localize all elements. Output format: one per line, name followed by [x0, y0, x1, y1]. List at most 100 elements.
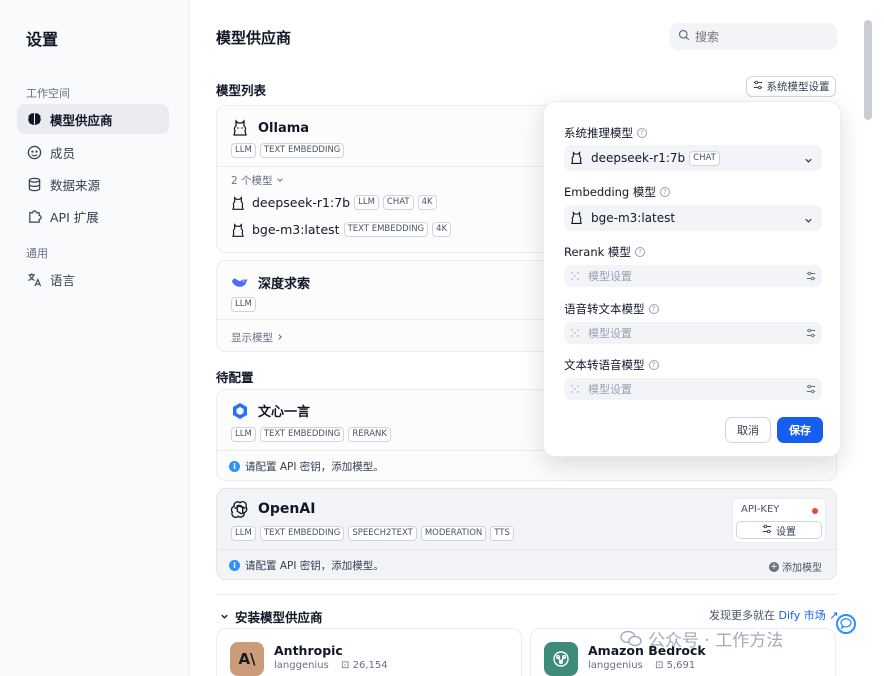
tag: TEXT EMBEDDING [259, 427, 345, 442]
tag: 4K [432, 222, 452, 237]
marketplace-author: langgenius [588, 660, 643, 671]
install-providers-header[interactable]: 安装模型供应商 [220, 607, 323, 626]
cube-icon [570, 384, 580, 394]
download-count: ⊡ 5,691 [655, 660, 696, 671]
model-row-bge[interactable]: bge-m3:latest TEXT EMBEDDING 4K [231, 222, 452, 237]
speech2text-model-select[interactable]: 模型设置 [564, 322, 822, 344]
system-reasoning-model-select[interactable]: deepseek-r1:7b CHAT [564, 145, 822, 171]
add-model-button[interactable]: + 添加模型 [769, 559, 822, 574]
sidebar-group-general: 通用 [26, 247, 48, 260]
divider [216, 594, 837, 595]
field-label-embedding: Embedding 模型? [564, 184, 670, 200]
pending-title: 待配置 [216, 370, 254, 385]
tune-icon [806, 328, 816, 341]
api-key-panel: API-KEY 设置 [732, 498, 826, 543]
download-count: ⊡ 26,154 [341, 660, 388, 671]
chevron-right-icon [276, 332, 284, 344]
field-label-speech2text: 语音转文本模型? [564, 301, 659, 317]
download-icon: ⊡ [341, 660, 350, 671]
wenxin-logo-icon [231, 402, 249, 420]
sidebar-item-data-source[interactable]: 数据来源 [17, 169, 169, 199]
sidebar-item-members[interactable]: 成员 [17, 137, 169, 167]
info-icon: i [229, 560, 240, 571]
api-key-label: API-KEY [741, 504, 780, 515]
provider-card-openai: OpenAI LLM TEXT EMBEDDING SPEECH2TEXT MO… [216, 488, 837, 580]
chevron-down-icon [804, 214, 813, 228]
cube-icon [570, 271, 580, 281]
marketplace-author: langgenius [274, 660, 329, 671]
field-label-tts: 文本转语音模型? [564, 357, 659, 373]
tag: LLM [231, 526, 256, 541]
tune-icon [806, 271, 816, 284]
cancel-button[interactable]: 取消 [725, 417, 771, 443]
tag: TEXT EMBEDDING [259, 526, 345, 541]
tag: MODERATION [420, 526, 487, 541]
tag: SPEECH2TEXT [348, 526, 417, 541]
model-list-title: 模型列表 [216, 83, 267, 98]
tag: TTS [490, 526, 514, 541]
provider-tags: LLM [231, 297, 256, 312]
provider-tags: LLM TEXT EMBEDDING [231, 143, 345, 158]
scrollbar-thumb[interactable] [864, 20, 872, 120]
whale-icon [231, 274, 249, 292]
help-icon[interactable]: ? [648, 304, 659, 314]
help-icon[interactable]: ? [648, 360, 659, 370]
brain-icon [26, 111, 42, 127]
wechat-icon [620, 630, 642, 648]
llama-icon [231, 119, 249, 137]
watermark: 公众号 · 工作方法 [620, 626, 783, 651]
help-chat-button[interactable] [836, 614, 856, 634]
search-icon [678, 29, 690, 44]
help-icon[interactable]: ? [637, 128, 647, 138]
provider-name: OpenAI [231, 500, 315, 518]
model-row-deepseek[interactable]: deepseek-r1:7b LLM CHAT 4K [231, 195, 437, 210]
search-box[interactable] [670, 23, 837, 50]
llama-icon [231, 222, 245, 237]
show-models-link[interactable]: 显示模型 [231, 330, 284, 345]
database-icon [26, 176, 42, 192]
chat-icon [840, 615, 852, 634]
system-model-settings-button[interactable]: 系统模型设置 [746, 76, 836, 97]
members-icon [26, 144, 42, 160]
sidebar-item-api-extension[interactable]: API 扩展 [17, 201, 169, 231]
openai-logo-icon [231, 500, 249, 518]
config-note: i 请配置 API 密钥，添加模型。 [229, 459, 384, 474]
models-count-toggle[interactable]: 2 个模型 [231, 173, 284, 188]
cube-icon [570, 328, 580, 338]
marketplace-card-anthropic[interactable]: A\ Anthropic langgenius ⊡ 26,154 [216, 628, 522, 676]
provider-tags: LLM TEXT EMBEDDING RERANK [231, 427, 391, 442]
llama-icon [231, 195, 245, 210]
sidebar-item-language[interactable]: 语言 [17, 264, 169, 294]
settings-window: 设置 工作空间 模型供应商 成员 数据来源 API 扩展 通用 语言 模型供应商… [0, 0, 884, 676]
puzzle-icon [26, 208, 42, 224]
embedding-model-select[interactable]: bge-m3:latest [564, 205, 822, 231]
info-icon: i [229, 461, 240, 472]
discover-marketplace: 发现更多就在 Dify 市场 ↗ [709, 609, 839, 622]
help-icon[interactable]: ? [659, 187, 670, 197]
marketplace-link[interactable]: Dify 市场 [779, 609, 826, 622]
tune-icon [806, 384, 816, 397]
tag: TEXT EMBEDDING [259, 143, 345, 158]
tts-model-select[interactable]: 模型设置 [564, 378, 822, 400]
help-icon[interactable]: ? [634, 247, 645, 257]
search-input[interactable] [695, 29, 815, 44]
provider-tags: LLM TEXT EMBEDDING SPEECH2TEXT MODERATIO… [231, 526, 514, 541]
provider-name: 文心一言 [231, 401, 310, 420]
tag: CHAT [689, 150, 720, 166]
plus-icon: + [769, 561, 779, 572]
sidebar-item-model-provider[interactable]: 模型供应商 [17, 104, 169, 134]
save-button[interactable]: 保存 [777, 417, 823, 443]
bedrock-logo-icon [544, 642, 578, 676]
tag: RERANK [348, 427, 391, 442]
status-dot [812, 508, 818, 514]
sidebar-group-workspace: 工作空间 [26, 87, 70, 100]
rerank-model-select[interactable]: 模型设置 [564, 265, 822, 287]
field-label-system-reasoning: 系统推理模型? [564, 125, 647, 141]
tag: LLM [231, 427, 256, 442]
config-note: i 请配置 API 密钥，添加模型。 [229, 558, 384, 573]
tag: LLM [231, 143, 256, 158]
api-key-settings-button[interactable]: 设置 [736, 521, 822, 539]
field-label-rerank: Rerank 模型? [564, 244, 645, 260]
tag: LLM [354, 195, 379, 210]
system-model-settings-popup: 系统推理模型? deepseek-r1:7b CHAT Embedding 模型… [543, 101, 841, 457]
